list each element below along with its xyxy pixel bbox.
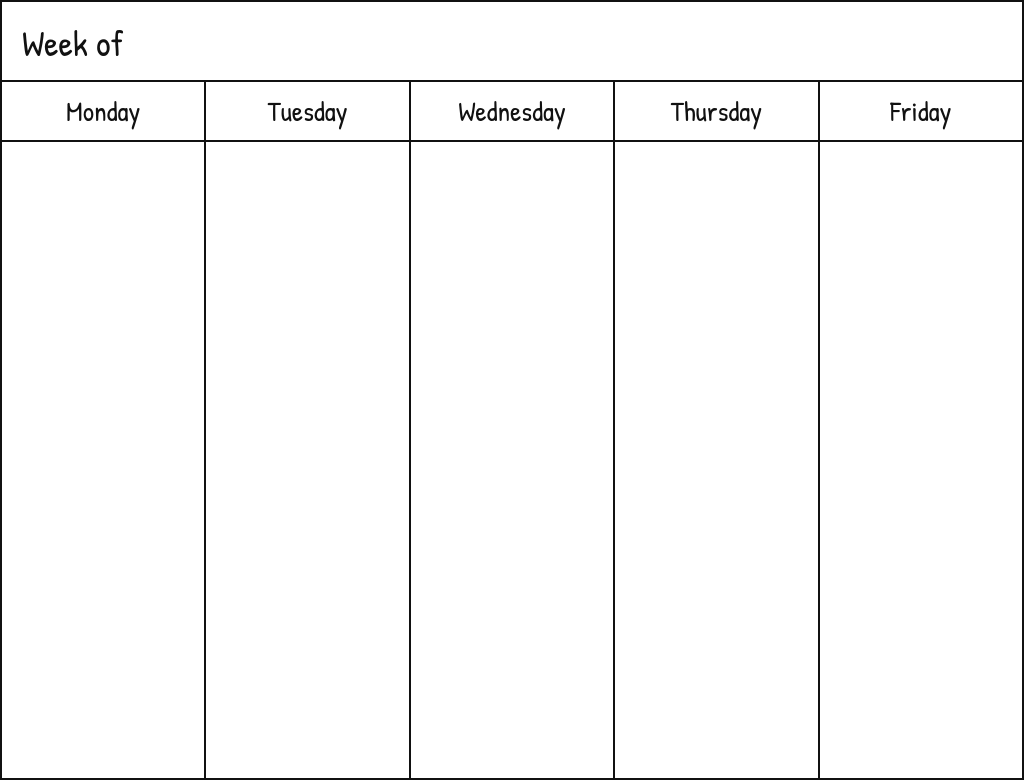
week-of-title: Week of: [22, 19, 123, 68]
tuesday-header: Tuesday: [206, 82, 410, 140]
wednesday-body[interactable]: [411, 142, 615, 778]
days-body-row: [2, 142, 1022, 778]
monday-body[interactable]: [2, 142, 206, 778]
friday-body[interactable]: [820, 142, 1022, 778]
thursday-body[interactable]: [615, 142, 819, 778]
week-of-header: Week of: [2, 2, 1022, 82]
thursday-header: Thursday: [615, 82, 819, 140]
weekly-planner: Week of Monday Tuesday Wednesday Thursda…: [0, 0, 1024, 780]
friday-header: Friday: [820, 82, 1022, 140]
wednesday-header: Wednesday: [411, 82, 615, 140]
days-header-row: Monday Tuesday Wednesday Thursday Friday: [2, 82, 1022, 142]
monday-header: Monday: [2, 82, 206, 140]
tuesday-body[interactable]: [206, 142, 410, 778]
